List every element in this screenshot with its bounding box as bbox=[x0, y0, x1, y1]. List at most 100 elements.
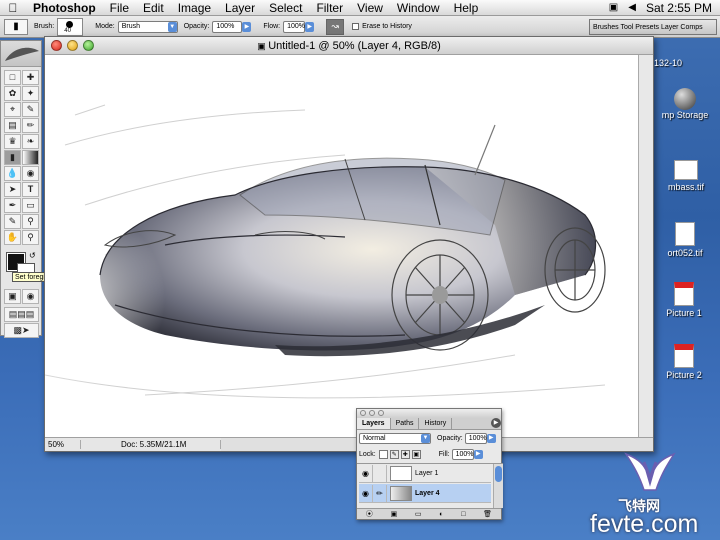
airbrush-button[interactable]: ↝ bbox=[326, 18, 345, 35]
scroll-thumb[interactable] bbox=[495, 466, 502, 482]
display-icon[interactable]: ▣ bbox=[609, 2, 618, 13]
menu-app-name[interactable]: Photoshop bbox=[26, 1, 103, 15]
menu-view[interactable]: View bbox=[350, 1, 390, 15]
type-tool[interactable]: T bbox=[22, 182, 39, 197]
fill-stepper[interactable]: ▶ bbox=[473, 450, 483, 459]
desktop-icon-132-10[interactable]: 132-10 bbox=[654, 58, 682, 68]
menu-filter[interactable]: Filter bbox=[309, 1, 350, 15]
document-titlebar[interactable]: ▣ Untitled-1 @ 50% (Layer 4, RGB/8) bbox=[45, 37, 653, 55]
zoom-button[interactable] bbox=[378, 410, 384, 416]
menu-file[interactable]: File bbox=[103, 1, 136, 15]
adjustment-layer-icon[interactable]: ◐ bbox=[439, 511, 443, 518]
mode-select[interactable]: Brush ▼ bbox=[117, 20, 178, 33]
desktop-icon-picture-1[interactable]: Picture 1 bbox=[648, 282, 720, 318]
erase-history-checkbox[interactable] bbox=[352, 23, 360, 30]
doc-size-info[interactable]: Doc: 5.35M/21.1M bbox=[81, 440, 221, 449]
screen-mode-button[interactable]: ▤▤▤ bbox=[4, 307, 39, 322]
lock-position-icon[interactable]: ✚ bbox=[400, 450, 410, 459]
menu-select[interactable]: Select bbox=[262, 1, 309, 15]
erase-history-label: Erase to History bbox=[362, 23, 412, 30]
desktop-icon-picture-2[interactable]: Picture 2 bbox=[648, 344, 720, 380]
add-style-icon[interactable]: ⦿ bbox=[366, 509, 373, 519]
menu-edit[interactable]: Edit bbox=[136, 1, 171, 15]
marquee-tool[interactable]: □ bbox=[4, 70, 21, 85]
blend-mode-select[interactable]: Normal ▼ bbox=[359, 433, 431, 444]
healing-brush-tool[interactable]: ▤ bbox=[4, 118, 21, 133]
pdf-file-icon bbox=[674, 344, 694, 368]
menu-image[interactable]: Image bbox=[171, 1, 218, 15]
palette-titlebar[interactable] bbox=[357, 409, 501, 418]
gradient-tool[interactable] bbox=[22, 150, 39, 165]
new-set-icon[interactable]: ▭ bbox=[415, 510, 422, 518]
shape-tool[interactable]: ▭ bbox=[22, 198, 39, 213]
swap-colors-icon[interactable]: ↺ bbox=[29, 251, 36, 260]
pen-tool[interactable]: ✒ bbox=[4, 198, 21, 213]
magic-wand-tool[interactable]: ✦ bbox=[22, 86, 39, 101]
trash-icon[interactable]: 🗑 bbox=[483, 510, 492, 518]
hand-tool[interactable]: ✋ bbox=[4, 230, 21, 245]
flow-input[interactable]: 100% bbox=[283, 20, 306, 33]
layer-opacity-stepper[interactable]: ▶ bbox=[486, 434, 496, 443]
zoom-button[interactable] bbox=[83, 40, 94, 51]
layer-row-layer-1[interactable]: ◉ Layer 1 bbox=[359, 464, 491, 483]
desktop-icon-storage[interactable]: mp Storage bbox=[650, 88, 720, 120]
palette-well-label: Brushes Tool Presets Layer Comps bbox=[593, 23, 703, 31]
quick-mask-button[interactable]: ◉ bbox=[22, 289, 39, 304]
eye-icon[interactable]: ◉ bbox=[359, 484, 373, 502]
new-layer-icon[interactable]: □ bbox=[461, 511, 465, 518]
lock-transparency-icon[interactable] bbox=[378, 450, 388, 459]
apple-icon[interactable]:  bbox=[0, 1, 26, 15]
close-button[interactable] bbox=[51, 40, 62, 51]
volume-icon[interactable]: ◀ bbox=[628, 2, 636, 13]
tab-history[interactable]: History bbox=[419, 418, 453, 429]
palette-well[interactable]: Brushes Tool Presets Layer Comps bbox=[589, 19, 717, 35]
move-tool[interactable]: ✚ bbox=[22, 70, 39, 85]
layer-opacity-input[interactable]: 100% bbox=[464, 433, 487, 444]
add-mask-icon[interactable]: ▣ bbox=[391, 510, 398, 518]
opacity-stepper[interactable]: ▶ bbox=[242, 21, 252, 32]
eraser-tool-preset[interactable]: ▮ bbox=[4, 18, 28, 35]
layer-row-layer-4[interactable]: ◉ ✏ Layer 4 bbox=[359, 484, 491, 503]
palette-menu-button[interactable]: ▶ bbox=[491, 418, 501, 428]
desktop-icon-label: Picture 1 bbox=[666, 308, 702, 318]
canvas[interactable] bbox=[45, 55, 639, 439]
blur-tool[interactable]: 💧 bbox=[4, 166, 21, 181]
clone-stamp-tool[interactable]: ♛ bbox=[4, 134, 21, 149]
desktop-icon-mbass[interactable]: mbass.tif bbox=[652, 160, 720, 192]
tab-layers[interactable]: Layers bbox=[357, 418, 391, 429]
link-slot[interactable] bbox=[373, 464, 387, 482]
brush-tool[interactable]: ✏ bbox=[22, 118, 39, 133]
eye-icon[interactable]: ◉ bbox=[359, 464, 373, 482]
brush-dot-icon bbox=[66, 20, 74, 28]
layers-scrollbar[interactable] bbox=[493, 464, 503, 508]
slice-tool[interactable]: ✎ bbox=[22, 102, 39, 117]
zoom-tool[interactable]: ⚲ bbox=[22, 230, 39, 245]
lock-image-icon[interactable]: ✎ bbox=[389, 450, 399, 459]
standard-mode-button[interactable]: ▣ bbox=[4, 289, 21, 304]
history-brush-tool[interactable]: ❧ bbox=[22, 134, 39, 149]
crop-tool[interactable]: ⌖ bbox=[4, 102, 21, 117]
menu-window[interactable]: Window bbox=[390, 1, 447, 15]
menu-clock[interactable]: Sat 2:55 PM bbox=[646, 1, 712, 15]
eraser-tool[interactable]: ▮ bbox=[4, 150, 21, 165]
minimize-button[interactable] bbox=[369, 410, 375, 416]
minimize-button[interactable] bbox=[67, 40, 78, 51]
opacity-input[interactable]: 100% bbox=[212, 20, 243, 33]
jump-to-imageready-button[interactable]: ▩➤ bbox=[4, 323, 39, 338]
lasso-tool[interactable]: ✿ bbox=[4, 86, 21, 101]
menu-help[interactable]: Help bbox=[447, 1, 486, 15]
menu-layer[interactable]: Layer bbox=[218, 1, 262, 15]
close-button[interactable] bbox=[360, 410, 366, 416]
brush-icon[interactable]: ✏ bbox=[373, 484, 387, 502]
notes-tool[interactable]: ✎ bbox=[4, 214, 21, 229]
desktop-icon-ort052[interactable]: ort052.tif bbox=[650, 222, 720, 258]
eyedropper-tool[interactable]: ⚲ bbox=[22, 214, 39, 229]
tab-paths[interactable]: Paths bbox=[391, 418, 420, 429]
dodge-tool[interactable]: ◉ bbox=[22, 166, 39, 181]
zoom-level[interactable]: 50% bbox=[45, 440, 81, 449]
fill-input[interactable]: 100% bbox=[451, 449, 474, 460]
flow-stepper[interactable]: ▶ bbox=[305, 21, 315, 32]
brush-preset-picker[interactable]: 40 bbox=[57, 17, 84, 36]
lock-all-icon[interactable]: ▣ bbox=[411, 450, 421, 459]
path-selection-tool[interactable]: ➤ bbox=[4, 182, 21, 197]
